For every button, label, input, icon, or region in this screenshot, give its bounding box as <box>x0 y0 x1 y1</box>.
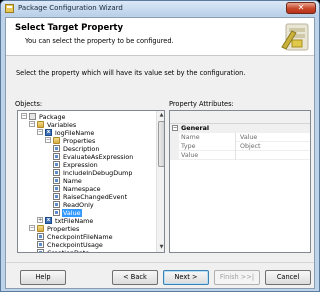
variable-icon: x <box>45 128 52 136</box>
instruction-text: Select the property which will have its … <box>16 69 246 77</box>
folder-icon <box>37 224 44 232</box>
footer-divider <box>6 262 314 263</box>
tree-node-label: IncludeInDebugDump <box>63 169 133 177</box>
tree-node-label: Expression <box>63 161 98 169</box>
tree-node-label: CreationDate <box>47 249 90 253</box>
tree-node-label: Namespace <box>63 185 101 193</box>
title-bar[interactable]: Package Configuration Wizard ✕ <box>1 1 319 16</box>
property-attributes-grid[interactable]: − General Name Value Type Object Value <box>169 110 311 253</box>
collapse-icon[interactable]: − <box>29 121 35 127</box>
attribute-value: Object <box>240 143 261 150</box>
folder-icon <box>37 120 44 128</box>
package-icon <box>29 112 36 120</box>
property-icon <box>53 144 60 152</box>
collapse-icon[interactable]: − <box>45 137 51 143</box>
scrollbar-thumb[interactable] <box>158 121 164 167</box>
collapse-icon[interactable]: − <box>21 113 27 119</box>
variable-icon: x <box>45 216 52 224</box>
attribute-row[interactable]: Name Value <box>170 133 310 142</box>
property-icon <box>53 168 60 176</box>
wizard-app-icon <box>5 4 14 13</box>
property-icon <box>53 184 60 192</box>
attribute-group-label: General <box>181 124 210 132</box>
tree-node-label: Properties <box>63 137 96 145</box>
expand-icon[interactable]: + <box>37 217 43 223</box>
attribute-group-general[interactable]: − General <box>170 124 310 133</box>
wizard-window: Package Configuration Wizard ✕ Select Ta… <box>0 0 320 292</box>
property-attributes-label: Property Attributes: <box>169 100 234 108</box>
folder-icon <box>53 136 60 144</box>
next-button[interactable]: Next > <box>163 270 209 285</box>
scroll-up-icon[interactable]: ▲ <box>157 111 164 120</box>
tree-node-label: logFileName <box>55 129 95 137</box>
tree-node-label: Value <box>62 209 82 217</box>
close-button[interactable]: ✕ <box>286 2 316 14</box>
attribute-key: Type <box>181 142 236 151</box>
property-icon <box>53 160 60 168</box>
tree-node-label: EvaluateAsExpression <box>63 153 134 161</box>
tree-node-label: Name <box>63 177 82 185</box>
objects-label: Objects: <box>15 100 43 108</box>
property-icon <box>53 192 60 200</box>
page-subtitle: You can select the property to be config… <box>25 37 174 45</box>
tree-node[interactable]: CreationDate <box>37 248 90 253</box>
property-icon <box>53 176 60 184</box>
property-icon <box>37 248 44 252</box>
wizard-client-area: Select Target Property You can select th… <box>5 17 315 289</box>
scroll-down-icon[interactable]: ▼ <box>157 243 164 252</box>
property-icon <box>37 240 44 248</box>
window-title: Package Configuration Wizard <box>18 4 123 12</box>
objects-tree-scrollbar[interactable]: ▲ ▼ <box>156 111 164 252</box>
property-icon <box>53 208 60 216</box>
attribute-row[interactable]: Type Object <box>170 142 310 151</box>
tree-node-label: Description <box>63 145 100 153</box>
collapse-icon[interactable]: − <box>37 129 43 135</box>
objects-tree-items: − Package − Variables − x logFileName − Properti… <box>18 111 156 252</box>
cancel-button[interactable]: Cancel <box>265 270 311 285</box>
page-title: Select Target Property <box>15 23 124 33</box>
tree-node-label: RaiseChangedEvent <box>63 193 128 201</box>
tree-node-label: ReadOnly <box>63 201 94 209</box>
objects-tree[interactable]: − Package − Variables − x logFileName − Properti… <box>17 110 165 253</box>
back-button[interactable]: < Back <box>112 270 158 285</box>
collapse-icon[interactable]: − <box>29 225 35 231</box>
tree-node-label: CheckpointFileName <box>47 233 113 241</box>
help-button[interactable]: Help <box>20 270 66 285</box>
collapse-icon[interactable]: − <box>172 125 178 131</box>
attribute-value: Value <box>240 133 258 142</box>
tree-node-label: Properties <box>47 225 80 233</box>
property-grid-toolbar <box>170 111 310 124</box>
attribute-key: Value <box>181 151 236 160</box>
tree-node-label: CheckpointUsage <box>47 241 103 249</box>
wizard-graphic-icon <box>281 23 309 51</box>
property-icon <box>37 232 44 240</box>
attribute-row[interactable]: Value <box>170 151 310 160</box>
tree-node-label: txtFileName <box>55 217 94 225</box>
property-icon <box>53 152 60 160</box>
finish-button[interactable]: Finish >>| <box>214 270 260 285</box>
wizard-header: Select Target Property You can select th… <box>6 18 314 56</box>
attribute-key: Name <box>181 133 236 142</box>
tree-node-label: Package <box>39 113 66 121</box>
property-icon <box>53 200 60 208</box>
